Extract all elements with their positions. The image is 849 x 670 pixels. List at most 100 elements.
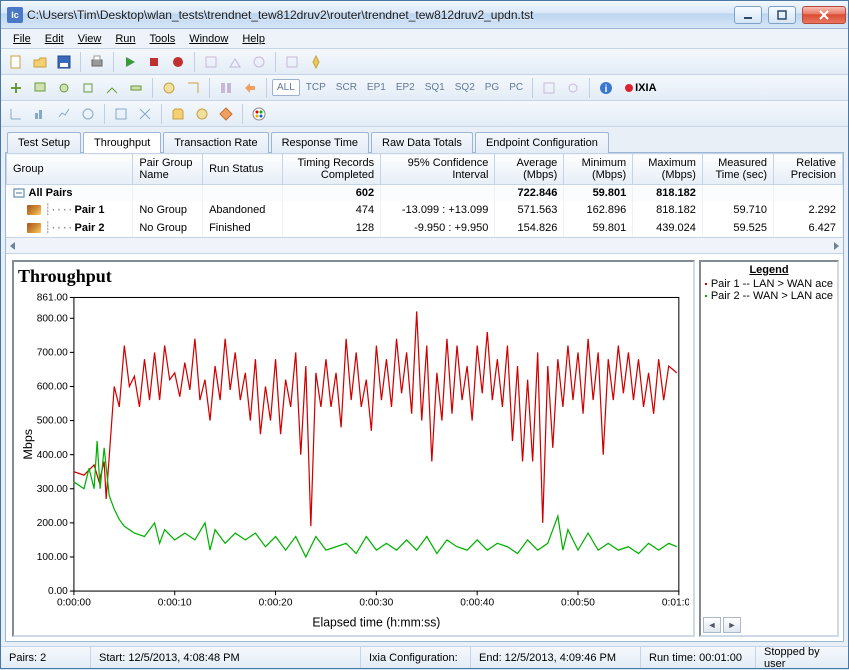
tool-a-icon[interactable] bbox=[200, 51, 222, 73]
ct-6-icon[interactable] bbox=[134, 103, 156, 125]
save-icon[interactable] bbox=[53, 51, 75, 73]
throughput-chart[interactable]: 0.00100.00200.00300.00400.00500.00600.00… bbox=[18, 287, 689, 633]
close-button[interactable] bbox=[802, 6, 846, 24]
tab-transaction-rate[interactable]: Transaction Rate bbox=[163, 132, 268, 153]
ct-4-icon[interactable] bbox=[77, 103, 99, 125]
legend-box: Legend Pair 1 -- LAN > WAN acePair 2 -- … bbox=[699, 260, 839, 637]
ct-5-icon[interactable] bbox=[110, 103, 132, 125]
svg-text:700.00: 700.00 bbox=[37, 347, 68, 358]
maximize-button[interactable] bbox=[768, 6, 796, 24]
tool-c-icon[interactable] bbox=[248, 51, 270, 73]
svg-text:i: i bbox=[605, 84, 608, 95]
filter-scr[interactable]: SCR bbox=[332, 80, 361, 95]
ct-9-icon[interactable] bbox=[215, 103, 237, 125]
col-prec[interactable]: Relative Precision bbox=[774, 154, 843, 185]
tool-e-icon[interactable] bbox=[305, 51, 327, 73]
col-group[interactable]: Group bbox=[7, 154, 133, 185]
table-row[interactable]: ┊····Pair 2No GroupFinished128-9.950 : +… bbox=[7, 219, 843, 237]
svg-text:500.00: 500.00 bbox=[37, 416, 68, 427]
main-panel: Group Pair Group Name Run Status Timing … bbox=[5, 152, 844, 642]
icon-8[interactable] bbox=[182, 77, 204, 99]
new-icon[interactable] bbox=[5, 51, 27, 73]
table-row[interactable]: ┊····Pair 1No GroupAbandoned474-13.099 :… bbox=[7, 201, 843, 219]
icon-11[interactable] bbox=[538, 77, 560, 99]
tool-d-icon[interactable] bbox=[281, 51, 303, 73]
tab-response-time[interactable]: Response Time bbox=[271, 132, 369, 153]
tab-raw-data-totals[interactable]: Raw Data Totals bbox=[371, 132, 473, 153]
icon-7[interactable] bbox=[158, 77, 180, 99]
icon-1[interactable] bbox=[5, 77, 27, 99]
legend-prev-button[interactable]: ◄ bbox=[703, 617, 721, 633]
icon-10[interactable] bbox=[239, 77, 261, 99]
tab-test-setup[interactable]: Test Setup bbox=[7, 132, 81, 153]
toolbar-standard bbox=[1, 49, 848, 75]
svg-text:861.00: 861.00 bbox=[37, 293, 68, 304]
menu-tools[interactable]: Tools bbox=[144, 31, 182, 47]
menu-edit[interactable]: Edit bbox=[39, 31, 70, 47]
legend-next-button[interactable]: ► bbox=[723, 617, 741, 633]
menubar: File Edit View Run Tools Window Help bbox=[1, 29, 848, 49]
palette-icon[interactable] bbox=[248, 103, 270, 125]
menu-view[interactable]: View bbox=[72, 31, 108, 47]
menu-window[interactable]: Window bbox=[183, 31, 234, 47]
ct-8-icon[interactable] bbox=[191, 103, 213, 125]
ct-3-icon[interactable] bbox=[53, 103, 75, 125]
col-max[interactable]: Maximum (Mbps) bbox=[633, 154, 703, 185]
col-avg[interactable]: Average (Mbps) bbox=[495, 154, 564, 185]
col-timing[interactable]: Timing Records Completed bbox=[283, 154, 381, 185]
table-row[interactable]: All Pairs602722.84659.801818.182 bbox=[7, 185, 843, 202]
icon-3[interactable] bbox=[53, 77, 75, 99]
run-icon[interactable] bbox=[119, 51, 141, 73]
svg-text:0:00:00: 0:00:00 bbox=[57, 598, 91, 609]
chart-area: Throughput 0.00100.00200.00300.00400.005… bbox=[6, 254, 843, 641]
col-pair-group[interactable]: Pair Group Name bbox=[133, 154, 203, 185]
svg-text:800.00: 800.00 bbox=[37, 313, 68, 324]
status-stopped: Stopped by user bbox=[756, 647, 848, 668]
filter-sq1[interactable]: SQ1 bbox=[421, 80, 449, 95]
menu-run[interactable]: Run bbox=[109, 31, 141, 47]
col-ci[interactable]: 95% Confidence Interval bbox=[381, 154, 495, 185]
icon-4[interactable] bbox=[77, 77, 99, 99]
filter-sq2[interactable]: SQ2 bbox=[451, 80, 479, 95]
grid-hscroll[interactable] bbox=[6, 237, 843, 253]
svg-text:200.00: 200.00 bbox=[37, 518, 68, 529]
tab-throughput[interactable]: Throughput bbox=[83, 132, 161, 153]
brand-logo: IXIA bbox=[619, 82, 662, 94]
filter-tcp[interactable]: TCP bbox=[302, 80, 330, 95]
filter-all[interactable]: ALL bbox=[272, 79, 300, 96]
menu-file[interactable]: File bbox=[7, 31, 37, 47]
ct-7-icon[interactable] bbox=[167, 103, 189, 125]
filter-ep1[interactable]: EP1 bbox=[363, 80, 390, 95]
icon-9[interactable] bbox=[215, 77, 237, 99]
menu-help[interactable]: Help bbox=[236, 31, 271, 47]
open-icon[interactable] bbox=[29, 51, 51, 73]
chart-box: Throughput 0.00100.00200.00300.00400.005… bbox=[12, 260, 695, 637]
col-run-status[interactable]: Run Status bbox=[203, 154, 283, 185]
icon-6[interactable] bbox=[125, 77, 147, 99]
status-runtime: Run time: 00:01:00 bbox=[641, 647, 756, 668]
tab-endpoint-config[interactable]: Endpoint Configuration bbox=[475, 132, 609, 153]
svg-text:100.00: 100.00 bbox=[37, 552, 68, 563]
ct-2-icon[interactable] bbox=[29, 103, 51, 125]
legend-item[interactable]: Pair 2 -- WAN > LAN ace bbox=[701, 290, 837, 302]
legend-title: Legend bbox=[701, 262, 837, 278]
filter-pc[interactable]: PC bbox=[505, 80, 527, 95]
info-icon[interactable]: i bbox=[595, 77, 617, 99]
ct-1-icon[interactable] bbox=[5, 103, 27, 125]
print-icon[interactable] bbox=[86, 51, 108, 73]
results-grid[interactable]: Group Pair Group Name Run Status Timing … bbox=[6, 153, 843, 254]
titlebar[interactable]: Ic C:\Users\Tim\Desktop\wlan_tests\trend… bbox=[1, 1, 848, 29]
filter-pg[interactable]: PG bbox=[481, 80, 503, 95]
filter-ep2[interactable]: EP2 bbox=[392, 80, 419, 95]
tool-b-icon[interactable] bbox=[224, 51, 246, 73]
icon-12[interactable] bbox=[562, 77, 584, 99]
legend-item[interactable]: Pair 1 -- LAN > WAN ace bbox=[701, 278, 837, 290]
tabstrip: Test Setup Throughput Transaction Rate R… bbox=[1, 127, 848, 152]
pause-icon[interactable] bbox=[167, 51, 189, 73]
stop-icon[interactable] bbox=[143, 51, 165, 73]
icon-2[interactable] bbox=[29, 77, 51, 99]
minimize-button[interactable] bbox=[734, 6, 762, 24]
col-time[interactable]: Measured Time (sec) bbox=[702, 154, 773, 185]
icon-5[interactable] bbox=[101, 77, 123, 99]
col-min[interactable]: Minimum (Mbps) bbox=[564, 154, 633, 185]
